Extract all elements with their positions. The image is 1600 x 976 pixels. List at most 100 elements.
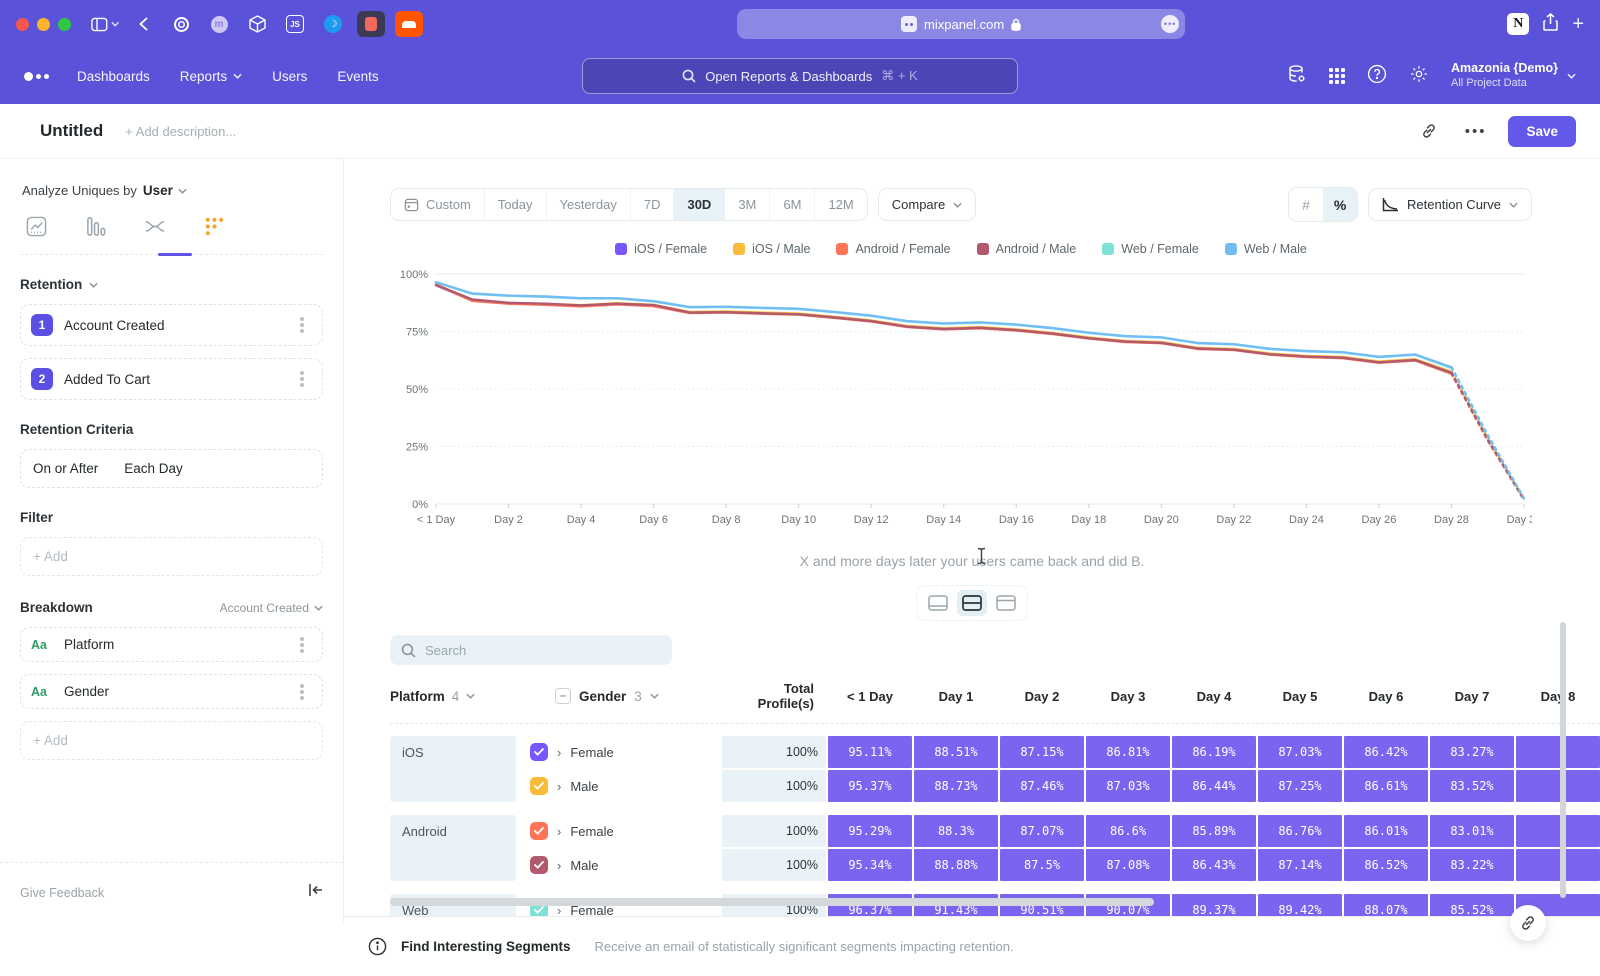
retention-value-cell[interactable]	[1516, 736, 1600, 768]
day-column-header[interactable]: Day 5	[1258, 689, 1342, 704]
sidebar-toggle-icon[interactable]	[91, 11, 119, 37]
percent-mode-button[interactable]: %	[1323, 188, 1357, 221]
retention-value-cell[interactable]: 86.19%	[1172, 736, 1256, 768]
give-feedback-link[interactable]: Give Feedback	[20, 886, 104, 900]
breakdown-menu-icon[interactable]	[300, 643, 304, 647]
series-checkbox[interactable]	[530, 856, 548, 874]
horizontal-scrollbar[interactable]	[390, 898, 1154, 906]
total-profiles-cell[interactable]: 100%	[722, 736, 826, 768]
analyze-entity-selector[interactable]: User	[143, 183, 187, 198]
range-custom[interactable]: Custom	[391, 189, 485, 220]
extension-m-icon[interactable]: m	[205, 11, 233, 37]
extension-js-icon[interactable]: JS	[281, 11, 309, 37]
select-all-checkbox[interactable]: –	[555, 688, 571, 704]
close-window-button[interactable]	[16, 18, 29, 31]
expand-chevron-icon[interactable]: ›	[557, 779, 561, 794]
extension-ring-icon[interactable]	[167, 11, 195, 37]
window-controls[interactable]	[16, 18, 71, 31]
report-title[interactable]: Untitled	[40, 121, 103, 141]
extension-bird-icon[interactable]: ☽	[319, 11, 347, 37]
platform-cell[interactable]: Android	[390, 815, 516, 881]
data-management-icon[interactable]	[1287, 64, 1307, 89]
chart-only-view-button[interactable]	[923, 590, 953, 616]
day-column-header[interactable]: Day 3	[1086, 689, 1170, 704]
retention-value-cell[interactable]: 88.88%	[914, 849, 998, 881]
retention-value-cell[interactable]: 83.22%	[1430, 849, 1514, 881]
retention-value-cell[interactable]	[1516, 849, 1600, 881]
settings-gear-icon[interactable]	[1409, 64, 1429, 89]
retention-value-cell[interactable]: 86.76%	[1258, 815, 1342, 847]
expand-chevron-icon[interactable]: ›	[557, 858, 561, 873]
global-search[interactable]: Open Reports & Dashboards ⌘ + K	[582, 58, 1018, 94]
help-icon[interactable]	[1367, 64, 1387, 89]
retention-value-cell[interactable]	[1516, 815, 1600, 847]
range-3m[interactable]: 3M	[725, 189, 770, 220]
retention-value-cell[interactable]: 86.52%	[1344, 849, 1428, 881]
total-profiles-column-header[interactable]: Total Profile(s)	[729, 681, 822, 711]
nav-reports[interactable]: Reports	[180, 69, 242, 84]
report-description-placeholder[interactable]: + Add description...	[125, 124, 236, 139]
segments-title[interactable]: Find Interesting Segments	[401, 939, 571, 954]
range-7d[interactable]: 7D	[631, 189, 675, 220]
minimize-window-button[interactable]	[37, 18, 50, 31]
retention-value-cell[interactable]: 86.43%	[1172, 849, 1256, 881]
nav-events[interactable]: Events	[337, 69, 378, 84]
day-column-header[interactable]: Day 8	[1516, 689, 1600, 704]
chart-type-selector[interactable]: Retention Curve	[1368, 188, 1532, 221]
retention-value-cell[interactable]: 83.01%	[1430, 815, 1514, 847]
nav-users[interactable]: Users	[272, 69, 307, 84]
retention-value-cell[interactable]: 88.73%	[914, 770, 998, 802]
notion-extension-icon[interactable]: N	[1507, 13, 1529, 35]
breakdown-gender[interactable]: Aa Gender	[20, 674, 323, 709]
total-profiles-cell[interactable]: 100%	[722, 770, 826, 802]
nav-dashboards[interactable]: Dashboards	[77, 69, 150, 84]
series-checkbox[interactable]	[530, 822, 548, 840]
add-breakdown-button[interactable]: + Add	[20, 721, 323, 760]
retention-value-cell[interactable]: 86.44%	[1172, 770, 1256, 802]
retention-value-cell[interactable]: 87.25%	[1258, 770, 1342, 802]
retention-value-cell[interactable]: 86.42%	[1344, 736, 1428, 768]
add-filter-button[interactable]: + Add	[20, 537, 323, 576]
extension-record-icon[interactable]	[357, 11, 385, 37]
back-button[interactable]	[129, 11, 157, 37]
retention-value-cell[interactable]: 86.81%	[1086, 736, 1170, 768]
day-column-header[interactable]: Day 7	[1430, 689, 1514, 704]
breakdown-menu-icon[interactable]	[300, 690, 304, 694]
address-bar[interactable]: mixpanel.com •••	[737, 9, 1185, 39]
extensions-more-icon[interactable]: •••	[1161, 15, 1179, 33]
copy-link-icon[interactable]	[1415, 117, 1443, 145]
legend-item[interactable]: Web / Male	[1225, 242, 1307, 256]
retention-value-cell[interactable]: 95.11%	[828, 736, 912, 768]
retention-value-cell[interactable]: 95.37%	[828, 770, 912, 802]
split-view-button[interactable]	[957, 590, 987, 616]
vertical-scrollbar[interactable]	[1560, 622, 1566, 898]
save-button[interactable]: Save	[1508, 116, 1576, 147]
retention-value-cell[interactable]	[1516, 770, 1600, 802]
legend-item[interactable]: Web / Female	[1102, 242, 1199, 256]
breakdown-applies-to-selector[interactable]: Account Created	[220, 601, 323, 615]
expand-chevron-icon[interactable]: ›	[557, 824, 561, 839]
retention-value-cell[interactable]: 87.07%	[1000, 815, 1084, 847]
platform-column-header[interactable]: Platform 4	[390, 689, 555, 704]
range-30d[interactable]: 30D	[674, 189, 725, 220]
mixpanel-logo[interactable]	[24, 72, 49, 81]
retention-value-cell[interactable]: 88.3%	[914, 815, 998, 847]
breakdown-platform[interactable]: Aa Platform	[20, 627, 323, 662]
retention-criteria-card[interactable]: On or After Each Day	[20, 449, 323, 488]
range-today[interactable]: Today	[485, 189, 547, 220]
legend-item[interactable]: Android / Female	[836, 242, 950, 256]
expand-chevron-icon[interactable]: ›	[557, 745, 561, 760]
gender-column-header[interactable]: – Gender 3	[555, 688, 729, 704]
series-checkbox[interactable]	[530, 743, 548, 761]
retention-value-cell[interactable]: 86.01%	[1344, 815, 1428, 847]
retention-value-cell[interactable]: 83.27%	[1430, 736, 1514, 768]
retention-step-b[interactable]: 2 Added To Cart	[20, 358, 323, 400]
retention-value-cell[interactable]: 83.52%	[1430, 770, 1514, 802]
retention-value-cell[interactable]: 87.5%	[1000, 849, 1084, 881]
floating-share-link-button[interactable]	[1510, 905, 1546, 941]
collapse-sidebar-icon[interactable]	[308, 883, 323, 902]
retention-value-cell[interactable]: 86.61%	[1344, 770, 1428, 802]
share-icon[interactable]	[1543, 13, 1558, 36]
range-6m[interactable]: 6M	[770, 189, 815, 220]
total-profiles-cell[interactable]: 100%	[722, 849, 826, 881]
